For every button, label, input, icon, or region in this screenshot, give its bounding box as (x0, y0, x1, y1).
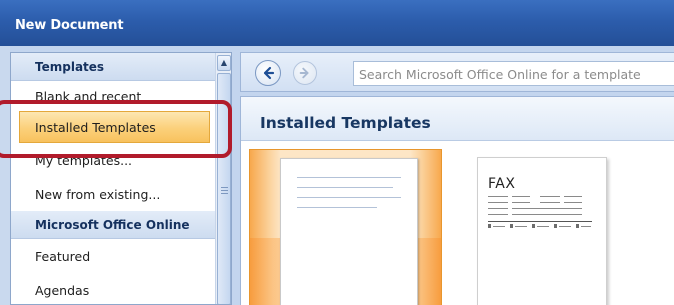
sidebar-item-blank-and-recent[interactable]: Blank and recent (11, 81, 216, 111)
scroll-up-icon[interactable]: ▲ (217, 55, 231, 71)
page-title: Installed Templates (260, 114, 431, 132)
back-button[interactable] (255, 60, 281, 86)
blank-document-thumbnail (280, 158, 418, 305)
sidebar-item-featured[interactable]: Featured (11, 239, 216, 273)
grip-line (221, 193, 228, 194)
microsoft-office-online-header: Microsoft Office Online (11, 211, 216, 239)
scroll-thumb[interactable] (217, 73, 231, 304)
fax-thumbnail-caption: FAX (488, 176, 516, 192)
navigation-toolbar: Search Microsoft Office Online for a tem… (240, 52, 674, 92)
sidebar-item-installed-templates[interactable]: Installed Templates (19, 111, 210, 143)
forward-button[interactable] (293, 61, 317, 85)
category-list: Templates Blank and recent Installed Tem… (11, 53, 216, 304)
content-header: Installed Templates (241, 97, 674, 141)
window-title: New Document (15, 18, 124, 33)
template-tile-fax[interactable]: FAX (477, 157, 607, 305)
new-document-dialog: New Document Templates Blank and recent … (0, 0, 674, 305)
grip-line (221, 190, 228, 191)
template-tile-blank[interactable] (249, 149, 442, 305)
templates-content-pane: Installed Templates FAX (240, 96, 674, 305)
templates-header: Templates (11, 53, 216, 81)
template-search-input[interactable]: Search Microsoft Office Online for a tem… (353, 61, 674, 86)
sidebar-item-my-templates[interactable]: My templates... (11, 143, 216, 177)
grip-line (221, 187, 228, 188)
title-bar: New Document (0, 0, 674, 46)
sidebar-item-agendas[interactable]: Agendas (11, 273, 216, 304)
forward-arrow-icon (299, 67, 309, 79)
category-scrollbar[interactable]: ▲ (215, 53, 231, 304)
template-categories-pane: Templates Blank and recent Installed Tem… (10, 52, 232, 305)
sidebar-item-new-from-existing[interactable]: New from existing... (11, 177, 216, 211)
back-arrow-icon (263, 66, 275, 80)
